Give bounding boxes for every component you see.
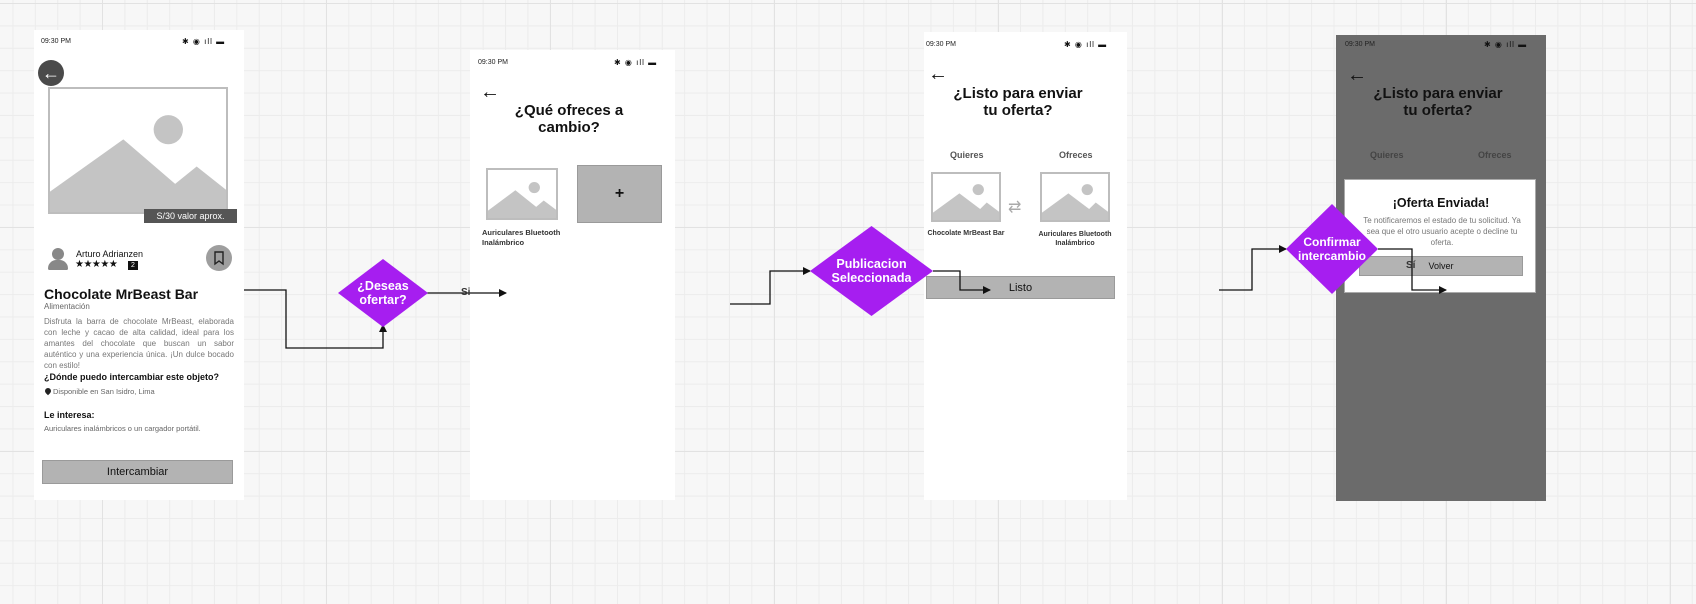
yes-label-1: Si xyxy=(461,287,471,298)
connector-screen2-to-selected xyxy=(730,267,811,305)
connector-ready-to-decision xyxy=(1219,245,1287,291)
process-selected-post: Publicacion Seleccionada xyxy=(810,226,933,316)
yes-label-2: Sí xyxy=(1406,260,1416,271)
process-selected-post-label: Publicacion Seleccionada xyxy=(831,257,912,285)
decision-confirm-exchange-label: Confirmar intercambio xyxy=(1298,235,1367,263)
connector-selected-to-confirm xyxy=(933,270,991,294)
decision-want-to-offer: ¿Deseas ofertar? xyxy=(338,259,428,327)
decision-confirm-exchange: Confirmar intercambio xyxy=(1286,204,1378,294)
decision-want-to-offer-label: ¿Deseas ofertar? xyxy=(357,279,409,307)
